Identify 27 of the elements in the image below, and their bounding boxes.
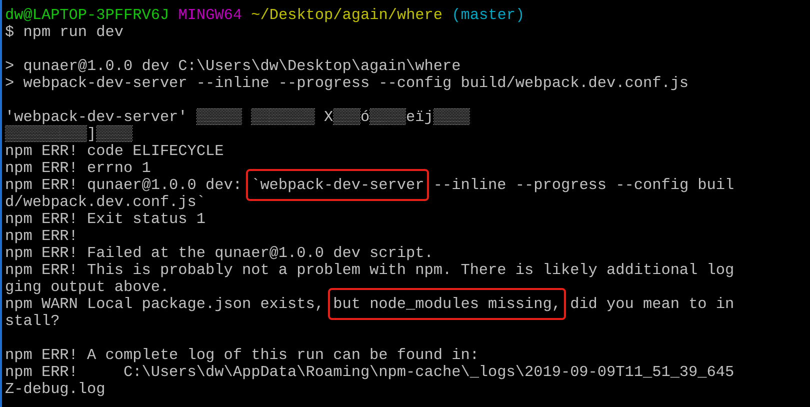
terminal-line: npm ERR! errno 1 (5, 160, 151, 177)
terminal-text: npm ERR! qunaer@1.0.0 dev: (5, 176, 243, 194)
terminal-line: stall? (5, 313, 60, 330)
terminal-line: $ npm run dev (5, 24, 124, 41)
terminal-line: npm ERR! C:\Users\dw\AppData\Roaming\npm-cache\_logs\2019-09-09T11_51_39_645 (5, 364, 734, 381)
terminal-line: npm ERR! This is probably not a problem with npm. There is likely additional log (5, 262, 734, 279)
terminal-line: > webpack-dev-server --inline --progress --config build/webpack.dev.conf.js (5, 75, 689, 92)
user-host: dw@LAPTOP-3PFFRV6J (5, 6, 170, 24)
terminal-text: npm WARN Local package.json exists, (5, 295, 325, 313)
terminal-text: --inline --progress --config buil (432, 176, 734, 194)
terminal-line: ▒▒▒▒▒▒▒▒▒]▒▒▒▒ (5, 126, 133, 143)
terminal-line: npm ERR! Exit status 1 (5, 211, 206, 228)
terminal-text: did you mean to in (569, 295, 734, 313)
terminal-line: ging output above. (5, 279, 170, 296)
terminal-line: > qunaer@1.0.0 dev C:\Users\dw\Desktop\again\where (5, 58, 461, 75)
terminal-line: 'webpack-dev-server' ▒▒▒▒▒ ▒▒▒▒▒▒▒ X▒▒▒ó▒▒▒▒eïj▒▒▒▒ (5, 109, 470, 126)
terminal-line: npm ERR! Failed at the qunaer@1.0.0 dev script. (5, 245, 434, 262)
shell-name: MINGW64 (178, 6, 242, 24)
terminal-line: npm ERR! (5, 228, 78, 245)
highlighted-text: `webpack-dev-server (246, 169, 430, 201)
cwd-path: ~/Desktop/again/where (251, 6, 443, 24)
terminal-line: d/webpack.dev.conf.js` (5, 194, 206, 211)
highlighted-text: but node_modules missing, (328, 288, 566, 320)
terminal-line: npm ERR! code ELIFECYCLE (5, 143, 224, 160)
git-branch: (master) (452, 6, 525, 24)
terminal-line: npm ERR! A complete log of this run can be found in: (5, 347, 479, 364)
terminal-line: Z-debug.log (5, 381, 106, 398)
